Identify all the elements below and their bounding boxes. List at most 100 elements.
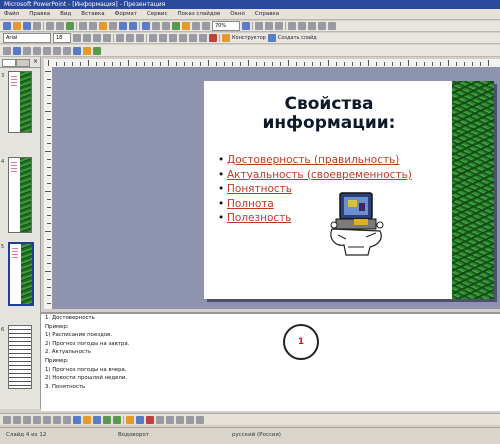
close-icon[interactable]: ×: [33, 58, 38, 65]
rectangle-icon[interactable]: [53, 46, 61, 55]
spelling-icon[interactable]: [66, 22, 74, 30]
line-color-icon[interactable]: [136, 415, 144, 424]
open-icon[interactable]: [13, 22, 21, 30]
hyperlink-icon[interactable]: [172, 22, 180, 30]
italic-icon[interactable]: [83, 34, 91, 42]
new-slide-icon[interactable]: [267, 34, 276, 42]
draw-menu-icon[interactable]: [3, 415, 11, 424]
shadow-icon[interactable]: [103, 34, 111, 42]
print-icon[interactable]: [46, 22, 54, 30]
slide-canvas[interactable]: Свойства информации: Достоверность (прав…: [204, 81, 494, 299]
format-painter-icon[interactable]: [109, 22, 117, 30]
menu-tools[interactable]: Сервис: [147, 11, 168, 17]
grid-icon[interactable]: [192, 22, 200, 30]
align-center-icon[interactable]: [298, 22, 306, 30]
font-select[interactable]: Arial: [3, 33, 51, 43]
autoshapes-icon[interactable]: [23, 46, 31, 55]
font-size-select[interactable]: 18: [53, 33, 71, 43]
menu-insert[interactable]: Вставка: [81, 11, 104, 17]
slide-thumbnail[interactable]: [8, 325, 32, 389]
bullet-item[interactable]: Актуальность (своевременность): [218, 168, 438, 183]
zoom-select[interactable]: 70%: [212, 21, 240, 31]
italic-icon[interactable]: [265, 22, 273, 30]
bullets-icon[interactable]: [328, 22, 336, 30]
rotate-icon[interactable]: [13, 46, 21, 55]
decrease-font-icon[interactable]: [179, 34, 187, 42]
new-slide-button[interactable]: Создать слайд: [278, 35, 317, 41]
slide-title[interactable]: Свойства информации:: [224, 95, 434, 133]
picture-icon[interactable]: [113, 415, 121, 424]
design-button[interactable]: Конструктор: [232, 35, 266, 41]
clipart-icon[interactable]: [103, 415, 111, 424]
align-left-icon[interactable]: [116, 34, 124, 42]
line-icon[interactable]: [33, 46, 41, 55]
line-icon[interactable]: [33, 415, 41, 424]
menu-view[interactable]: Вид: [60, 11, 71, 17]
menu-slideshow[interactable]: Показ слайдов: [178, 11, 221, 17]
menu-help[interactable]: Справка: [255, 11, 279, 17]
rectangle-icon[interactable]: [53, 415, 61, 424]
font-color-icon[interactable]: [146, 415, 154, 424]
copy-icon[interactable]: [89, 22, 97, 30]
fill-color-icon[interactable]: [126, 415, 134, 424]
slide-thumbnail[interactable]: [8, 71, 32, 133]
slide-thumbnail-selected[interactable]: [8, 242, 34, 306]
table-icon[interactable]: [152, 22, 160, 30]
oval-icon[interactable]: [63, 415, 71, 424]
increase-font-icon[interactable]: [169, 34, 177, 42]
numbering-icon[interactable]: [149, 34, 157, 42]
arrow-style-icon[interactable]: [176, 415, 184, 424]
tab-outline[interactable]: [2, 59, 16, 67]
arrow-icon[interactable]: [43, 46, 51, 55]
design-icon[interactable]: [222, 34, 230, 42]
dash-style-icon[interactable]: [166, 415, 174, 424]
chart-icon[interactable]: [142, 22, 150, 30]
align-left-icon[interactable]: [288, 22, 296, 30]
align-right-icon[interactable]: [308, 22, 316, 30]
menu-format[interactable]: Формат: [115, 11, 137, 17]
bullets-icon[interactable]: [159, 34, 167, 42]
cut-icon[interactable]: [79, 22, 87, 30]
autoshapes-icon[interactable]: [23, 415, 31, 424]
menu-window[interactable]: Окно: [230, 11, 245, 17]
email-icon[interactable]: [33, 22, 41, 30]
wordart-icon[interactable]: [83, 46, 91, 55]
bold-icon[interactable]: [73, 34, 81, 42]
notes-pane[interactable]: 1. Достоверность Пример: 1) Расписание п…: [41, 312, 500, 411]
slide-thumbnail[interactable]: [8, 157, 32, 233]
select-icon[interactable]: [3, 46, 11, 55]
wordart-icon[interactable]: [83, 415, 91, 424]
shadow-style-icon[interactable]: [186, 415, 194, 424]
select-objects-icon[interactable]: [13, 415, 21, 424]
tab-slides[interactable]: [16, 59, 30, 67]
3d-style-icon[interactable]: [196, 415, 204, 424]
help-icon[interactable]: [242, 22, 250, 30]
diagram-icon[interactable]: [93, 415, 101, 424]
align-center-icon[interactable]: [126, 34, 134, 42]
undo-icon[interactable]: [119, 22, 127, 30]
line-style-icon[interactable]: [156, 415, 164, 424]
underline-icon[interactable]: [93, 34, 101, 42]
clipart-icon[interactable]: [93, 46, 101, 55]
decrease-indent-icon[interactable]: [189, 34, 197, 42]
numbering-icon[interactable]: [318, 22, 326, 30]
font-color-icon[interactable]: [209, 34, 217, 42]
bullet-item[interactable]: Достоверность (правильность): [218, 153, 438, 168]
arrow-icon[interactable]: [43, 415, 51, 424]
grayscale-icon[interactable]: [202, 22, 210, 30]
redo-icon[interactable]: [129, 22, 137, 30]
increase-indent-icon[interactable]: [199, 34, 207, 42]
new-icon[interactable]: [3, 22, 11, 30]
tables-borders-icon[interactable]: [162, 22, 170, 30]
menu-edit[interactable]: Правка: [29, 11, 50, 17]
expand-icon[interactable]: [182, 22, 190, 30]
align-right-icon[interactable]: [136, 34, 144, 42]
computer-clipart-icon[interactable]: [326, 189, 388, 261]
oval-icon[interactable]: [63, 46, 71, 55]
menu-file[interactable]: Файл: [4, 11, 19, 17]
save-icon[interactable]: [23, 22, 31, 30]
paste-icon[interactable]: [99, 22, 107, 30]
preview-icon[interactable]: [56, 22, 64, 30]
textbox-icon[interactable]: [73, 46, 81, 55]
bold-icon[interactable]: [255, 22, 263, 30]
